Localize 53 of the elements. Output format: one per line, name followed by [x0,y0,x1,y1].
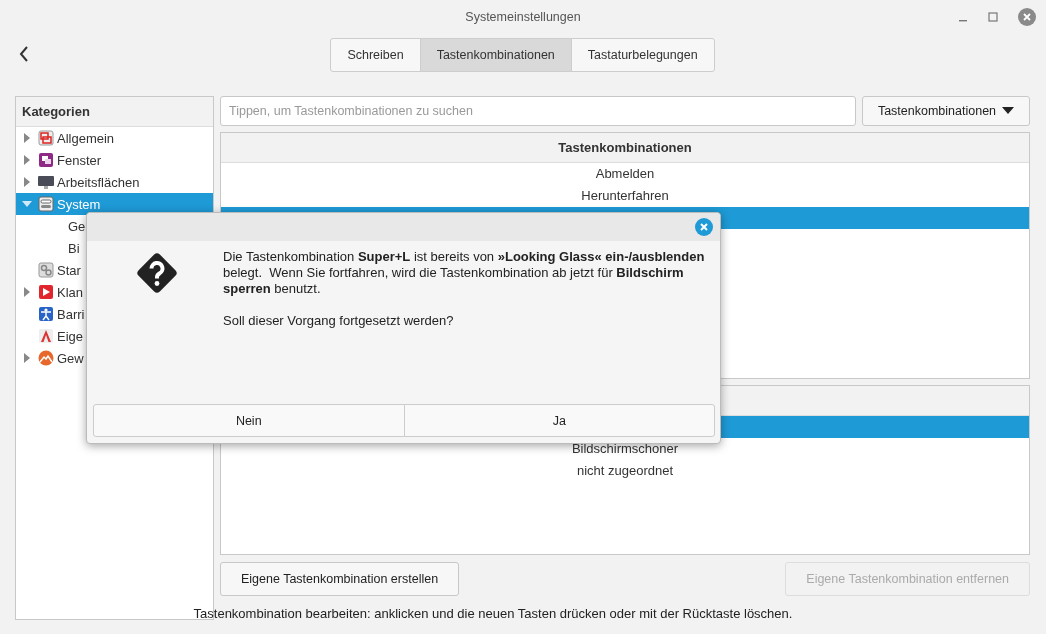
status-text: Tastenkombination bearbeiten: anklicken und die neuen Tasten drücken oder mit der Rücktaste löschen. [192,605,794,623]
category-icon [38,196,54,212]
expander-icon[interactable] [22,177,32,187]
category-label: Star [57,262,81,278]
tab[interactable]: Schreiben [330,38,421,72]
list-row[interactable]: nicht zugeordnet [221,460,1029,482]
window-title: Systemeinstellungen [465,10,581,24]
search-field[interactable]: Tippen, um Tastenkombinationen zu suchen [220,96,856,126]
tab[interactable]: Tastaturbelegungen [570,38,715,72]
category-icon [38,152,54,168]
column-header: Tastenkombinationen [221,133,1029,163]
sidebar-item[interactable]: Klan [16,281,213,303]
sidebar-item[interactable]: Star [16,259,213,281]
expander-icon[interactable] [22,353,32,363]
category-icon [38,262,54,278]
category-label: System [57,196,101,212]
category-label: Eige [57,328,84,344]
tab[interactable]: Tastenkombinationen [419,38,572,72]
add-shortcut-button[interactable]: Eigene Tastenkombination erstellen [220,562,460,596]
expander-icon[interactable] [22,199,32,209]
no-button[interactable]: Nein [93,404,405,437]
category-label: Barri [57,306,85,322]
sidebar-item[interactable]: Gew [16,347,213,369]
caret-icon [1002,107,1015,115]
yes-button[interactable]: Ja [403,404,715,437]
category-icon [38,328,54,344]
category-icon [38,350,54,366]
category-icon [38,130,54,146]
close-icon[interactable] [1018,8,1036,26]
expander-icon[interactable] [22,287,32,297]
filter-dropdown-button[interactable]: Tastenkombinationen [862,96,1030,126]
sidebar-item[interactable]: Fenster [16,149,213,171]
sidebar-item[interactable]: Eige [16,325,213,347]
sidebar-heading: Kategorien [16,97,213,127]
expander-icon[interactable] [22,133,32,143]
category-label: Fenster [57,152,102,168]
category-icon [38,306,54,322]
category-label: Arbeitsflächen [57,174,140,190]
category-label: Allgemein [57,130,115,146]
sidebar-item[interactable]: Arbeitsflächen [16,171,213,193]
category-icon [38,284,54,300]
maximize-icon[interactable] [988,12,998,22]
dialog-message: Die Tastenkombination Super+L ist bereits von »Looking Glass« ein-/ausblenden belegt. Wenn Sie fortfahren, wird die Tastenkombination ab jetzt für Bildschirm sperren benutzt. [223,249,705,297]
dialog-question: Soll dieser Vorgang fortgesetzt werden? [223,313,455,329]
category-label: Klan [57,284,84,300]
category-icon [38,174,54,190]
category-label: Gew [57,350,84,366]
close-icon[interactable] [695,218,713,236]
sidebar-item[interactable]: Barri [16,303,213,325]
list-row[interactable]: Abmelden [221,163,1029,185]
sidebar-item[interactable]: Allgemein [16,127,213,149]
list-row[interactable]: Herunterfahren [221,185,1029,207]
expander-icon[interactable] [22,155,32,165]
